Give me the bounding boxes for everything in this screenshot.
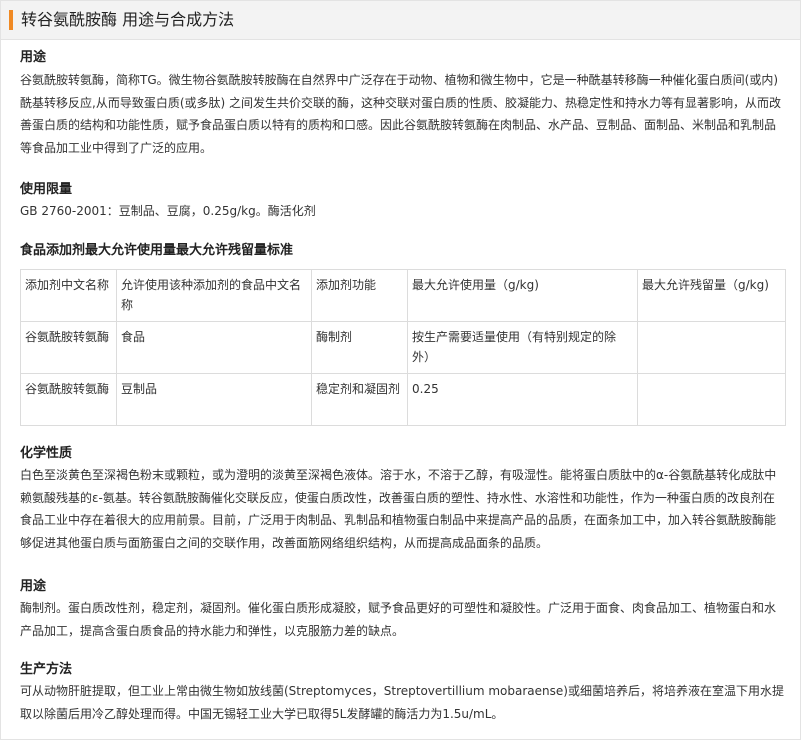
standard-table: 添加剂中文名称 允许使用该种添加剂的食品中文名称 添加剂功能 最大允许使用量（g… [20, 269, 786, 426]
table-cell: 稳定剂和凝固剂 [311, 373, 408, 426]
table-cell: 0.25 [407, 373, 638, 426]
table-cell: 豆制品 [116, 373, 312, 426]
section-heading-production: 生产方法 [20, 662, 73, 677]
section-heading-limit: 使用限量 [20, 182, 73, 197]
table-row: 谷氨酰胺转氨酶 食品 酶制剂 按生产需要适量使用（有特别规定的除外） [20, 321, 786, 374]
table-header-cell: 添加剂功能 [311, 269, 408, 322]
table-cell: 按生产需要适量使用（有特别规定的除外） [407, 321, 638, 374]
section-heading-use: 用途 [20, 50, 47, 65]
table-cell [637, 373, 786, 426]
section-text-use: 谷氨酰胺转氨酶，简称TG。微生物谷氨酰胺转胺酶在自然界中广泛存在于动物、植物和微… [20, 73, 781, 155]
table-header-cell: 添加剂中文名称 [20, 269, 117, 322]
table-header-cell: 最大允许使用量（g/kg) [407, 269, 638, 322]
title-bar: 转谷氨酰胺酶 用途与合成方法 [1, 1, 800, 40]
section-text-chemistry: 白色至淡黄色至深褐色粉末或颗粒，或为澄明的淡黄至深褐色液体。溶于水，不溶于乙醇，… [20, 468, 777, 550]
page-title: 转谷氨酰胺酶 用途与合成方法 [21, 10, 235, 29]
table-cell: 谷氨酰胺转氨酶 [20, 373, 117, 426]
table-header-cell: 允许使用该种添加剂的食品中文名称 [116, 269, 312, 322]
table-cell: 酶制剂 [311, 321, 408, 374]
table-row: 谷氨酰胺转氨酶 豆制品 稳定剂和凝固剂 0.25 [20, 373, 786, 426]
table-cell: 谷氨酰胺转氨酶 [20, 321, 117, 374]
page: 转谷氨酰胺酶 用途与合成方法 用途 谷氨酰胺转氨酶，简称TG。微生物谷氨酰胺转胺… [0, 0, 801, 740]
section-heading-chemistry: 化学性质 [20, 446, 73, 461]
section-text-limit: GB 2760-2001：豆制品、豆腐，0.25g/kg。酶活化剂 [20, 204, 316, 218]
table-header-row: 添加剂中文名称 允许使用该种添加剂的食品中文名称 添加剂功能 最大允许使用量（g… [20, 269, 786, 322]
section-heading-standard: 食品添加剂最大允许使用量最大允许残留量标准 [20, 243, 294, 258]
section-heading-use-2: 用途 [20, 579, 47, 594]
section-text-use-2: 酶制剂。蛋白质改性剂，稳定剂，凝固剂。催化蛋白质形成凝胶，赋予食品更好的可塑性和… [20, 601, 777, 638]
title-accent-bar [9, 10, 13, 30]
table-header-cell: 最大允许残留量（g/kg) [637, 269, 786, 322]
table-cell [637, 321, 786, 374]
section-text-production: 可从动物肝脏提取，但工业上常由微生物如放线菌(Streptomyces，Stre… [20, 684, 784, 721]
table-cell: 食品 [116, 321, 312, 374]
